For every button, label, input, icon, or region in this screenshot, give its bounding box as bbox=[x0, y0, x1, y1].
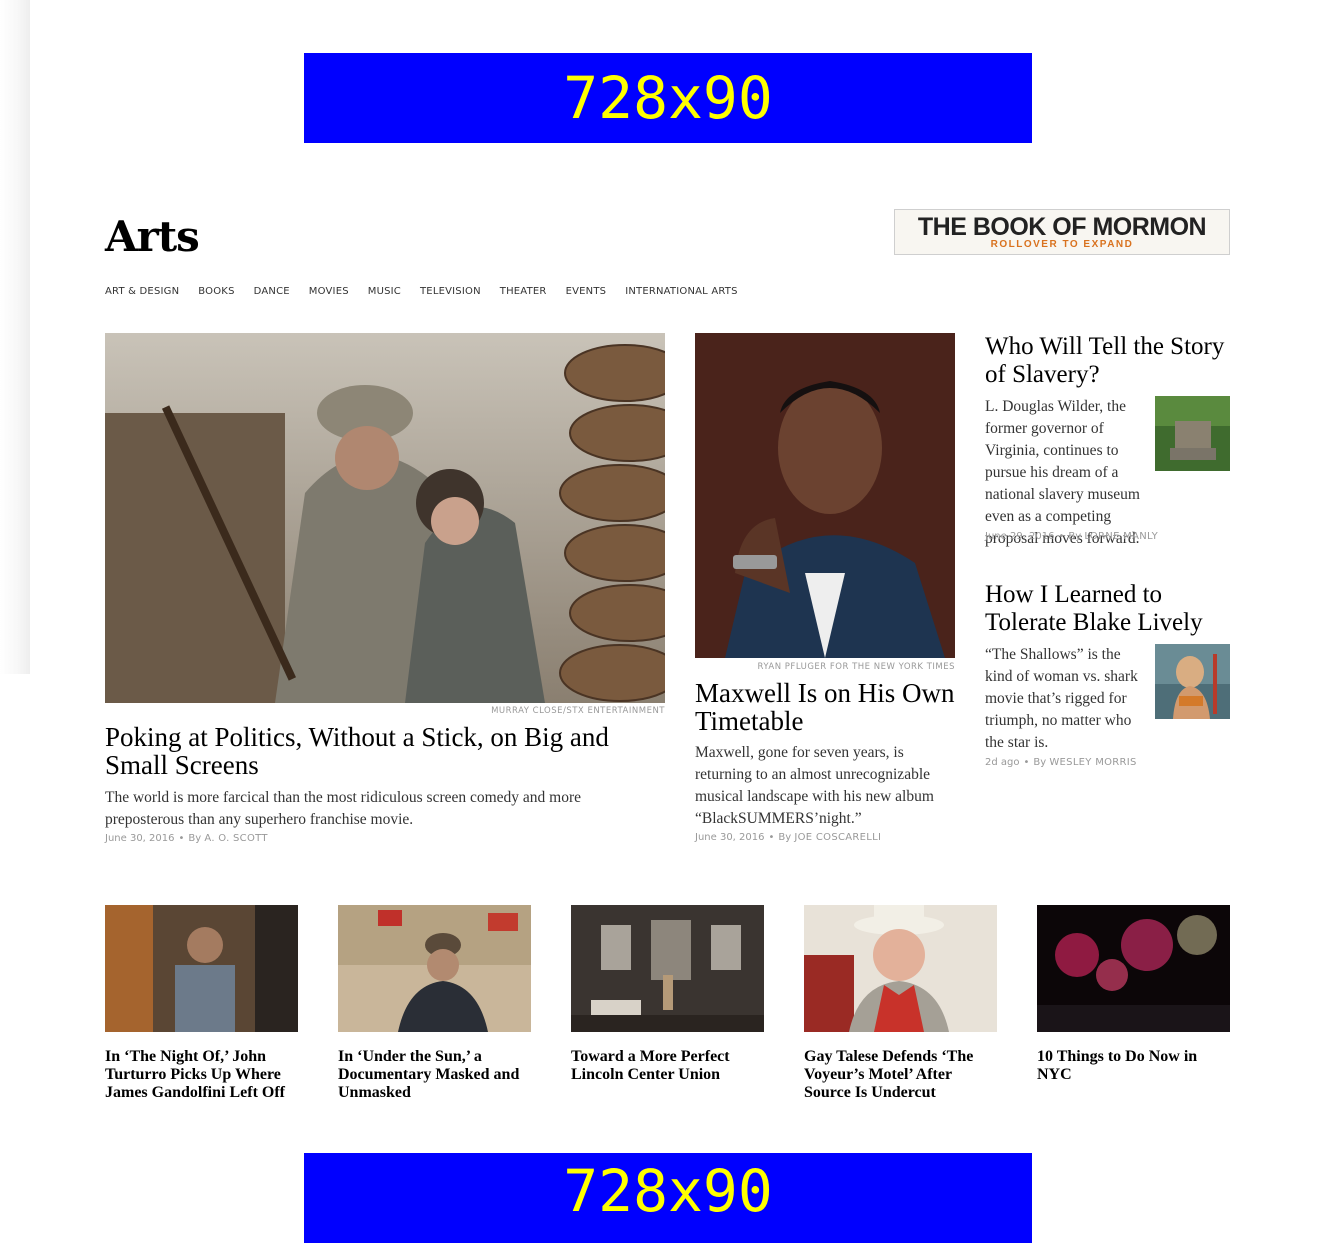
bottom-ad-label: 728x90 bbox=[563, 1157, 773, 1225]
right-story-2-thumbnail[interactable] bbox=[1155, 644, 1230, 719]
right-story-1-date: June 29, 2016 bbox=[985, 531, 1055, 542]
nav-item-art-design[interactable]: ART & DESIGN bbox=[105, 286, 179, 297]
nav-item-international-arts[interactable]: INTERNATIONAL ARTS bbox=[625, 286, 737, 297]
right-story-2-summary: “The Shallows” is the kind of woman vs. … bbox=[985, 646, 1138, 751]
promo-subtitle: ROLLOVER TO EXPAND bbox=[990, 238, 1134, 250]
nav-item-television[interactable]: TELEVISION bbox=[420, 286, 481, 297]
lead-author[interactable]: A. O. SCOTT bbox=[204, 833, 267, 844]
second-headline[interactable]: Maxwell Is on His Own Timetable bbox=[695, 679, 955, 735]
nav-item-theater[interactable]: THEATER bbox=[500, 286, 547, 297]
bottom-ad-banner[interactable]: 728x90 bbox=[304, 1153, 1032, 1243]
book-of-mormon-ad[interactable]: THE BOOK OF MORMON ROLLOVER TO EXPAND bbox=[894, 209, 1230, 255]
bottom-story-5-image[interactable] bbox=[1037, 905, 1230, 1032]
bottom-story-2-headline[interactable]: In ‘Under the Sun,’ a Documentary Masked… bbox=[338, 1048, 531, 1102]
lead-story-image[interactable] bbox=[105, 333, 665, 703]
bottom-story-3-headline[interactable]: Toward a More Perfect Lincoln Center Uni… bbox=[571, 1048, 764, 1084]
nav-item-events[interactable]: EVENTS bbox=[566, 286, 607, 297]
bottom-story-1-image[interactable] bbox=[105, 905, 298, 1032]
lead-headline[interactable]: Poking at Politics, Without a Stick, on … bbox=[105, 723, 665, 779]
right-story-2-byline: 2d ago • By WESLEY MORRIS bbox=[985, 757, 1137, 768]
right-story-1-author[interactable]: LORNE MANLY bbox=[1084, 531, 1158, 542]
bottom-story-4-headline[interactable]: Gay Talese Defends ‘The Voyeur’s Motel’ … bbox=[804, 1048, 997, 1102]
second-byline: June 30, 2016 • By JOE COSCARELLI bbox=[695, 832, 882, 843]
page-left-shadow bbox=[0, 0, 30, 674]
nav-item-music[interactable]: MUSIC bbox=[368, 286, 401, 297]
promo-title: THE BOOK OF MORMON bbox=[917, 212, 1207, 241]
lead-photo-credit: MURRAY CLOSE/STX ENTERTAINMENT bbox=[491, 706, 665, 716]
second-date: June 30, 2016 bbox=[695, 832, 765, 843]
second-author[interactable]: JOE COSCARELLI bbox=[794, 832, 881, 843]
nav-item-books[interactable]: BOOKS bbox=[198, 286, 234, 297]
top-ad-banner[interactable]: 728x90 bbox=[304, 53, 1032, 143]
bottom-story-1-headline[interactable]: In ‘The Night Of,’ John Turturro Picks U… bbox=[105, 1048, 298, 1102]
bottom-story-2-image[interactable] bbox=[338, 905, 531, 1032]
lead-by: By bbox=[188, 833, 202, 844]
top-ad-label: 728x90 bbox=[563, 64, 773, 132]
right-story-2-date: 2d ago bbox=[985, 757, 1020, 768]
second-story-image[interactable] bbox=[695, 333, 955, 658]
right-story-1-summary: L. Douglas Wilder, the former governor o… bbox=[985, 398, 1140, 547]
bottom-story-5-headline[interactable]: 10 Things to Do Now in NYC bbox=[1037, 1048, 1230, 1084]
nav-item-dance[interactable]: DANCE bbox=[254, 286, 290, 297]
right-story-1-thumbnail[interactable] bbox=[1155, 396, 1230, 471]
right-story-1-by: By bbox=[1068, 531, 1082, 542]
nav-item-movies[interactable]: MOVIES bbox=[309, 286, 349, 297]
second-by: By bbox=[778, 832, 792, 843]
section-nav: ART & DESIGN BOOKS DANCE MOVIES MUSIC TE… bbox=[105, 286, 757, 297]
second-photo-credit: RYAN PFLUGER FOR THE NEW YORK TIMES bbox=[757, 662, 955, 672]
section-title[interactable]: Arts bbox=[105, 212, 200, 261]
second-summary: Maxwell, gone for seven years, is return… bbox=[695, 744, 934, 827]
right-story-2-author[interactable]: WESLEY MORRIS bbox=[1049, 757, 1136, 768]
lead-summary: The world is more farcical than the most… bbox=[105, 789, 582, 828]
right-story-1-headline[interactable]: Who Will Tell the Story of Slavery? bbox=[985, 333, 1233, 389]
right-story-1-byline: June 29, 2016 • By LORNE MANLY bbox=[985, 531, 1158, 542]
bottom-story-3-image[interactable] bbox=[571, 905, 764, 1032]
right-story-2-by: By bbox=[1033, 757, 1047, 768]
bottom-story-4-image[interactable] bbox=[804, 905, 997, 1032]
lead-date: June 30, 2016 bbox=[105, 833, 175, 844]
right-story-2-headline[interactable]: How I Learned to Tolerate Blake Lively bbox=[985, 581, 1233, 637]
lead-byline: June 30, 2016 • By A. O. SCOTT bbox=[105, 833, 268, 844]
